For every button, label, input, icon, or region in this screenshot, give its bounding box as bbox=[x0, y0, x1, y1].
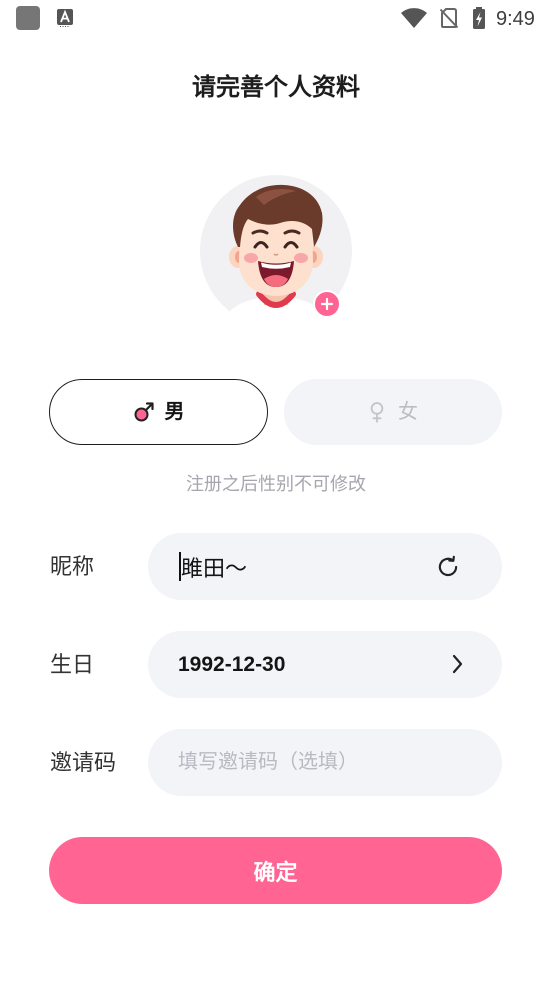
gender-female-label: 女 bbox=[398, 401, 418, 423]
male-icon bbox=[134, 402, 154, 422]
gender-male-button[interactable]: 男 bbox=[49, 379, 268, 445]
wifi-icon bbox=[401, 8, 427, 28]
battery-charging-icon bbox=[473, 7, 485, 29]
status-time: 9:49 bbox=[496, 8, 535, 30]
app-notification-icon bbox=[16, 6, 40, 30]
confirm-button[interactable]: 确定 bbox=[49, 837, 502, 904]
avatar-add-button[interactable] bbox=[313, 290, 341, 318]
birthday-label: 生日 bbox=[50, 652, 95, 677]
female-icon bbox=[370, 402, 384, 423]
page-title: 请完善个人资料 bbox=[192, 74, 360, 101]
plus-icon bbox=[320, 297, 334, 311]
nickname-field[interactable] bbox=[148, 533, 502, 600]
birthday-value: 1992-12-30 bbox=[178, 653, 286, 676]
gender-male-label: 男 bbox=[164, 401, 185, 423]
refresh-icon[interactable] bbox=[435, 554, 461, 580]
invite-code-field[interactable] bbox=[148, 729, 502, 796]
nickname-label: 昵称 bbox=[50, 554, 95, 579]
gender-female-button[interactable]: 女 bbox=[284, 379, 502, 445]
birthday-field[interactable]: 1992-12-30 bbox=[148, 631, 502, 698]
no-sim-icon bbox=[439, 8, 459, 29]
nickname-input[interactable] bbox=[181, 533, 421, 600]
invite-code-label: 邀请码 bbox=[50, 750, 117, 775]
chevron-right-icon bbox=[452, 654, 463, 674]
keyboard-a-icon bbox=[57, 9, 73, 27]
invite-code-input[interactable] bbox=[178, 729, 478, 796]
gender-hint: 注册之后性别不可修改 bbox=[186, 474, 366, 494]
status-bar: 9:49 bbox=[0, 0, 552, 36]
